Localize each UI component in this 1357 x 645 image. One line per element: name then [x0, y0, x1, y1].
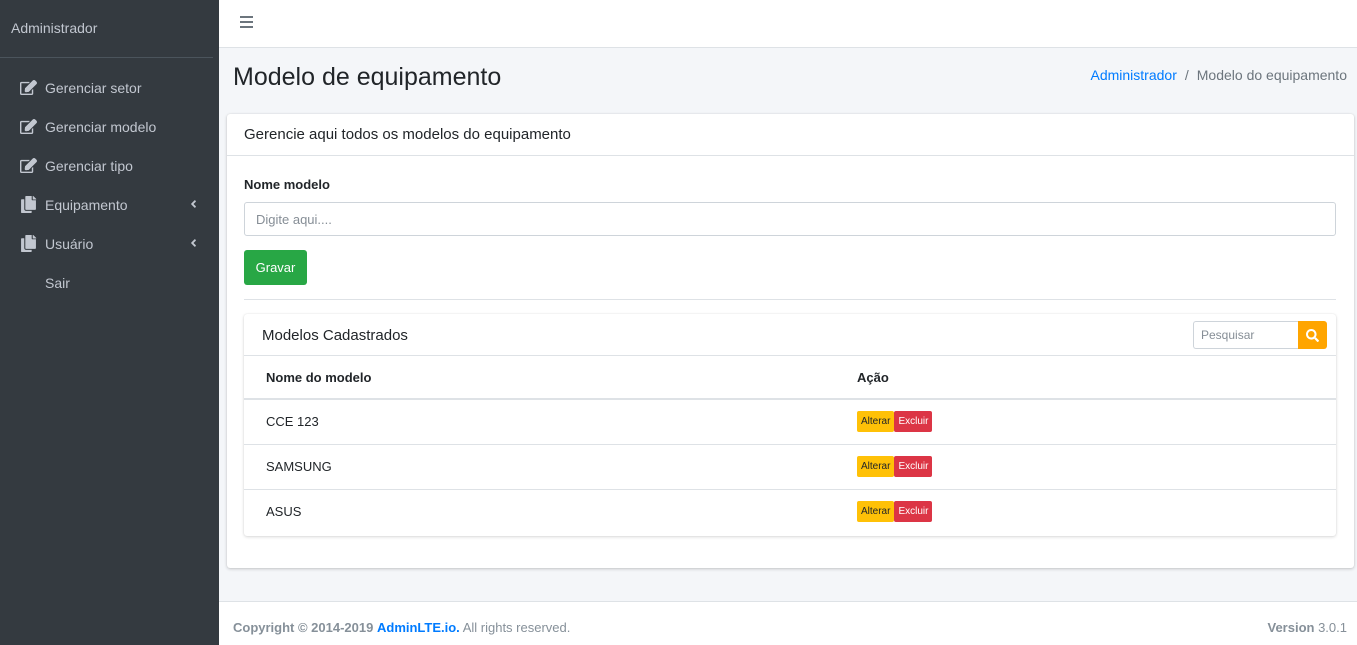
sidebar-item-label: Equipamento — [45, 196, 128, 213]
sidebar-item-label: Usuário — [45, 235, 94, 252]
sidebar-item-label: Gerenciar modelo — [45, 118, 157, 135]
table-row: SAMSUNG Alterar Excluir — [244, 443, 1336, 489]
breadcrumb-separator: / — [1184, 67, 1189, 83]
page-title: Modelo de equipamento — [233, 63, 502, 91]
table-row: ASUS Alterar Excluir — [244, 488, 1336, 534]
main-card: Gerencie aqui todos os modelos do equipa… — [227, 114, 1354, 568]
sidebar-item-equipamento[interactable]: Equipamento — [0, 185, 219, 224]
version-label: Version — [1267, 620, 1315, 635]
card-header: Gerencie aqui todos os modelos do equipa… — [227, 114, 1354, 156]
model-name-cell: SAMSUNG — [244, 443, 857, 489]
action-cell: Alterar Excluir — [857, 399, 1336, 444]
sidebar-item-label: Gerenciar setor — [45, 79, 142, 96]
sidebar: Administrador Gerenciar setor Gerenciar … — [0, 0, 219, 645]
table-row: CCE 123 Alterar Excluir — [244, 399, 1336, 444]
edit-icon — [19, 157, 37, 175]
divider — [244, 299, 1336, 300]
action-cell: Alterar Excluir — [857, 443, 1336, 489]
copy-icon — [19, 235, 37, 253]
breadcrumb: Administrador / Modelo do equipamento — [1091, 67, 1348, 83]
column-header-acao: Ação — [857, 356, 1336, 400]
table-header-row: Nome do modelo Ação — [244, 356, 1336, 400]
sidebar-item-sair[interactable]: Sair — [0, 263, 219, 302]
sidebar-item-gerenciar-tipo[interactable]: Gerenciar tipo — [0, 146, 219, 185]
copy-icon — [19, 196, 37, 214]
edit-icon — [19, 79, 37, 97]
edit-button[interactable]: Alterar — [857, 411, 895, 433]
footer: Copyright © 2014-2019 AdminLTE.io. All r… — [219, 601, 1357, 645]
footer-version: Version 3.0.1 — [1267, 620, 1347, 635]
version-number: 3.0.1 — [1318, 620, 1347, 635]
copyright-text: Copyright © 2014-2019 — [233, 620, 374, 635]
column-header-nome: Nome do modelo — [244, 356, 857, 400]
models-card: Modelos Cadastrados Nome do modelo Ação … — [244, 314, 1336, 536]
nome-modelo-input[interactable] — [244, 202, 1336, 236]
action-cell: Alterar Excluir — [857, 488, 1336, 534]
chevron-left-icon — [187, 198, 199, 210]
search-input[interactable] — [1193, 321, 1298, 349]
top-navbar — [219, 0, 1357, 48]
sidebar-item-gerenciar-setor[interactable]: Gerenciar setor — [0, 68, 219, 107]
adminlte-link[interactable]: AdminLTE.io. — [377, 620, 460, 635]
sidebar-item-gerenciar-modelo[interactable]: Gerenciar modelo — [0, 107, 219, 146]
edit-button[interactable]: Alterar — [857, 456, 895, 477]
edit-icon — [19, 118, 37, 136]
brand-text[interactable]: Administrador — [0, 0, 213, 58]
sidebar-item-usuario[interactable]: Usuário — [0, 224, 219, 263]
breadcrumb-link-administrador[interactable]: Administrador — [1091, 67, 1177, 83]
search-button[interactable] — [1298, 321, 1327, 349]
delete-button[interactable]: Excluir — [894, 456, 933, 477]
models-card-title: Modelos Cadastrados — [262, 327, 408, 344]
nome-modelo-label: Nome modelo — [244, 177, 330, 192]
models-table: Nome do modelo Ação CCE 123 Alterar Exclu… — [244, 356, 1336, 534]
sidebar-item-label: Sair — [45, 274, 70, 291]
footer-copyright: Copyright © 2014-2019 AdminLTE.io. All r… — [233, 620, 570, 635]
edit-button[interactable]: Alterar — [857, 501, 895, 523]
model-name-cell: ASUS — [244, 488, 857, 534]
delete-button[interactable]: Excluir — [894, 411, 933, 433]
model-name-cell: CCE 123 — [266, 414, 319, 430]
breadcrumb-current: Modelo do equipamento — [1196, 67, 1347, 83]
delete-button[interactable]: Excluir — [894, 501, 933, 523]
rights-text: All rights reserved. — [462, 620, 571, 635]
search-icon — [1306, 328, 1319, 342]
save-button[interactable]: Gravar — [244, 250, 307, 285]
chevron-left-icon — [187, 237, 199, 249]
menu-toggle-icon[interactable] — [240, 16, 253, 28]
sidebar-item-label: Gerenciar tipo — [45, 157, 133, 174]
sidebar-nav: Gerenciar setor Gerenciar modelo Gerenci… — [0, 58, 219, 302]
